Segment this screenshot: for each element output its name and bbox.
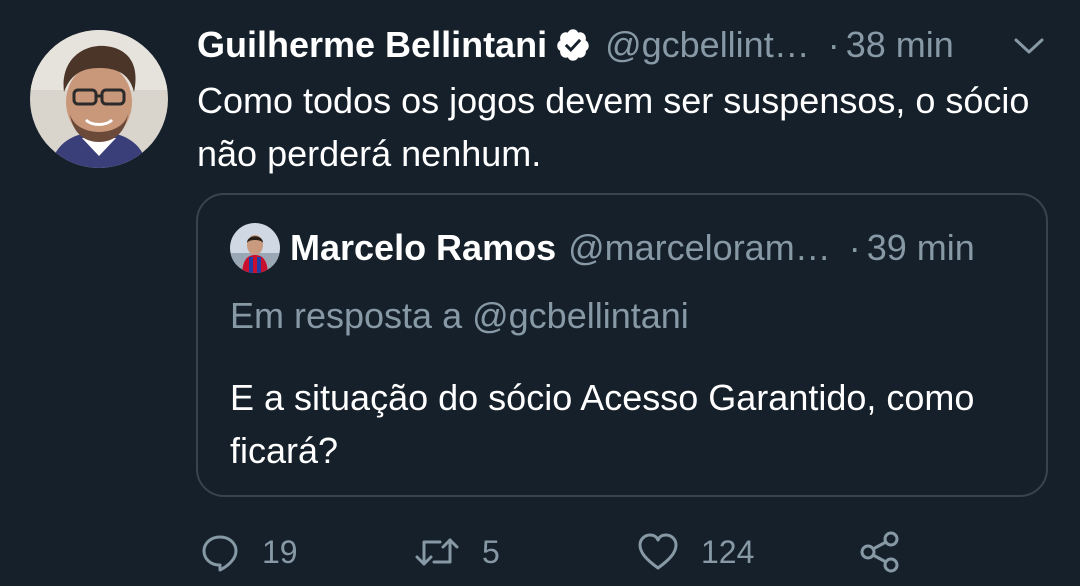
- verified-badge-icon: [555, 27, 591, 63]
- quoted-author-name[interactable]: Marcelo Ramos: [290, 225, 556, 271]
- tweet-text: Como todos os jogos devem ser suspensos,…: [197, 80, 1030, 174]
- reply-count: 19: [262, 533, 298, 570]
- reply-icon: [200, 532, 240, 572]
- tweet-timestamp[interactable]: 38 min: [846, 22, 954, 68]
- retweet-button[interactable]: 5: [414, 526, 500, 578]
- quoted-author-handle[interactable]: @marceloram…: [568, 225, 831, 271]
- reply-button[interactable]: 19: [200, 526, 298, 578]
- quoted-header-separator: ·: [848, 227, 861, 268]
- quoted-author-avatar[interactable]: [230, 223, 280, 273]
- author-name[interactable]: Guilherme Bellintani: [197, 22, 547, 68]
- reply-context[interactable]: Em resposta a @gcbellintani: [230, 293, 689, 339]
- quoted-tweet-header: Marcelo Ramos @marceloram… · 39 min: [290, 225, 975, 271]
- quoted-tweet-text: E a situação do sócio Acesso Garantido, …: [230, 377, 975, 471]
- heart-icon: [637, 532, 679, 572]
- tweet[interactable]: Guilherme Bellintani @gcbellint… · 38 mi…: [0, 0, 1080, 586]
- author-handle[interactable]: @gcbellint…: [605, 22, 810, 68]
- tweet-header: Guilherme Bellintani @gcbellint… · 38 mi…: [197, 22, 954, 68]
- share-icon: [858, 530, 902, 574]
- author-avatar[interactable]: [30, 30, 168, 168]
- retweet-count: 5: [482, 533, 500, 570]
- like-count: 124: [701, 533, 755, 570]
- chevron-down-icon[interactable]: [1012, 34, 1046, 58]
- like-button[interactable]: 124: [637, 526, 754, 578]
- share-button[interactable]: [858, 526, 902, 578]
- quoted-tweet-timestamp[interactable]: 39 min: [867, 225, 975, 271]
- retweet-icon: [414, 532, 460, 572]
- tweet-actions: 19 5 124: [0, 526, 1080, 578]
- quoted-tweet[interactable]: Marcelo Ramos @marceloram… · 39 min Em r…: [196, 193, 1048, 497]
- header-separator: ·: [827, 24, 840, 65]
